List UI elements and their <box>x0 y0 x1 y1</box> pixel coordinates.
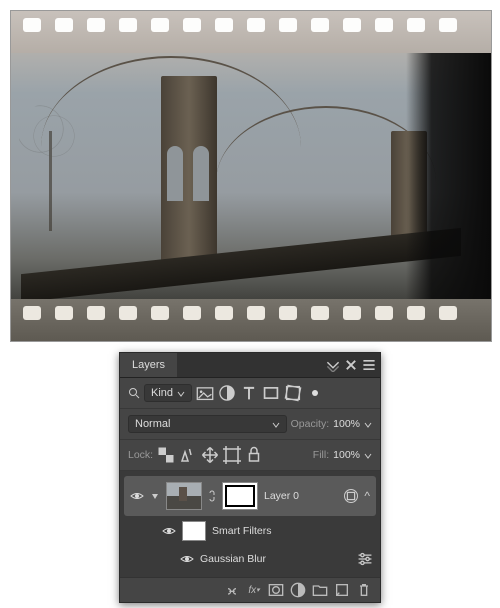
filter-adjust-icon[interactable] <box>218 384 236 402</box>
filter-type-dropdown[interactable]: Kind <box>144 384 192 402</box>
fx-icon[interactable]: fx▾ <box>246 582 262 598</box>
smart-filters-label: Smart Filters <box>212 525 272 537</box>
fill-value[interactable]: 100% <box>333 449 360 461</box>
new-group-icon[interactable] <box>312 582 328 598</box>
layer-expand-icon[interactable]: ^ <box>364 489 370 503</box>
lock-row: Lock: Fill: 100% <box>120 440 380 471</box>
panel-tab-bar: Layers <box>120 353 380 378</box>
opacity-label: Opacity: <box>291 418 330 430</box>
close-icon[interactable] <box>344 358 358 372</box>
visibility-toggle[interactable] <box>180 552 194 566</box>
smart-filters-header[interactable]: Smart Filters <box>120 517 380 545</box>
layers-list: Layer 0 ^ Smart Filters Gaussian Blur <box>120 471 380 577</box>
mask-link-icon[interactable] <box>208 489 216 503</box>
blend-row: Normal Opacity: 100% <box>120 409 380 440</box>
lock-artboard-icon[interactable] <box>223 446 241 464</box>
expand-toggle[interactable] <box>150 491 160 501</box>
opacity-value[interactable]: 100% <box>333 418 360 430</box>
filter-artboard-icon[interactable] <box>306 384 324 402</box>
lock-transparency-icon[interactable] <box>157 446 175 464</box>
new-layer-icon[interactable] <box>334 582 350 598</box>
fill-label: Fill: <box>313 449 329 461</box>
blur-vignette <box>406 11 491 341</box>
panel-menu-icon[interactable] <box>362 358 376 372</box>
visibility-toggle[interactable] <box>162 524 176 538</box>
add-adjustment-icon[interactable] <box>290 582 306 598</box>
filter-pixel-icon[interactable] <box>196 384 214 402</box>
chevron-down-icon <box>177 389 185 397</box>
chevron-down-icon <box>272 420 280 428</box>
collapse-icon[interactable] <box>326 358 340 372</box>
lock-image-icon[interactable] <box>179 446 197 464</box>
filter-smart-icon[interactable] <box>284 384 302 402</box>
filter-row: Kind <box>120 378 380 409</box>
filter-type-icon[interactable] <box>240 384 258 402</box>
panel-footer: fx▾ <box>120 577 380 602</box>
smart-filters-mask-thumbnail[interactable] <box>182 521 206 541</box>
film-border-bottom <box>11 299 491 341</box>
filter-mask-thumbnail[interactable] <box>222 482 258 510</box>
layer-name[interactable]: Layer 0 <box>264 490 299 502</box>
film-border-top <box>11 11 491 53</box>
blend-mode-dropdown[interactable]: Normal <box>128 415 287 433</box>
chevron-down-icon[interactable] <box>364 451 372 459</box>
document-canvas <box>10 10 492 342</box>
layers-tab[interactable]: Layers <box>120 353 177 377</box>
lock-all-icon[interactable] <box>245 446 263 464</box>
filter-name[interactable]: Gaussian Blur <box>200 553 266 565</box>
add-mask-icon[interactable] <box>268 582 284 598</box>
layers-panel: Layers Kind Normal Opacity: 100% Lock: <box>119 352 381 603</box>
layer-item[interactable]: Layer 0 ^ <box>124 476 376 516</box>
smart-object-badge <box>344 489 358 503</box>
layer-thumbnail[interactable] <box>166 482 202 510</box>
visibility-toggle[interactable] <box>130 489 144 503</box>
lock-position-icon[interactable] <box>201 446 219 464</box>
chevron-down-icon[interactable] <box>364 420 372 428</box>
delete-layer-icon[interactable] <box>356 582 372 598</box>
filter-options-icon[interactable] <box>356 550 374 568</box>
filter-shape-icon[interactable] <box>262 384 280 402</box>
search-icon <box>128 387 140 399</box>
smart-filter-item[interactable]: Gaussian Blur <box>120 545 380 573</box>
lock-label: Lock: <box>128 449 153 461</box>
link-layers-icon[interactable] <box>224 582 240 598</box>
